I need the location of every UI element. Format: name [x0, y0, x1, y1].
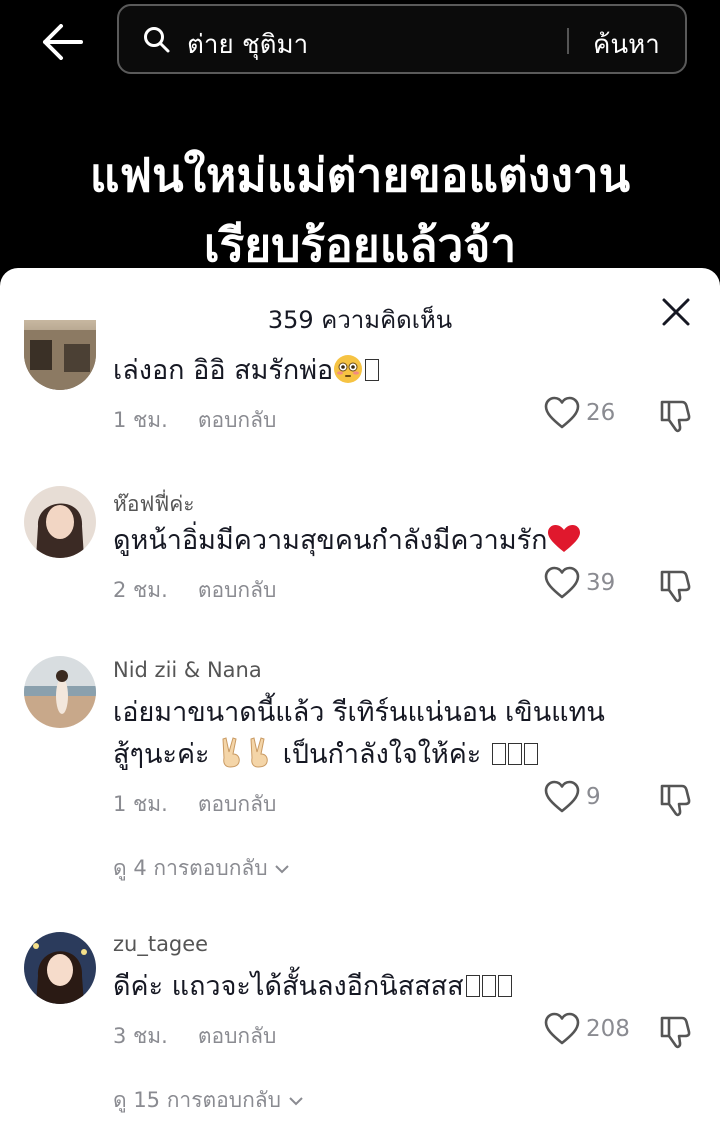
comment-text-line-1: เอ่ยมาขนาดนี้แล้ว รีเทิร์นแน่นอน เขินแทน	[113, 697, 605, 728]
view-replies-button[interactable]: ดู 4 การตอบกลับ	[113, 852, 290, 885]
comment-username[interactable]: zu_tagee	[113, 932, 208, 956]
view-replies-label: ดู 4 การตอบกลับ	[113, 856, 268, 880]
search-box[interactable]: ต่าย ชุติมา ค้นหา	[117, 4, 687, 74]
missing-glyph-icon	[497, 975, 512, 997]
back-arrow-icon[interactable]	[38, 20, 86, 64]
avatar[interactable]	[24, 656, 96, 728]
avatar[interactable]	[24, 320, 96, 390]
chevron-down-icon	[275, 865, 290, 874]
comment-username[interactable]: Nid zii & Nana	[113, 658, 262, 682]
comment-text-part: เป็นกำลังใจให้ค่ะ	[282, 739, 482, 770]
like-count: 39	[586, 570, 616, 596]
comments-sheet: 359 ความคิดเห็น เล่งอก อิอิ สมรักพ่อ 1 ช…	[0, 268, 720, 1135]
missing-glyph-icon	[523, 743, 538, 765]
thumbs-down-icon	[660, 784, 691, 817]
like-button[interactable]: 39	[544, 566, 644, 606]
like-count: 208	[586, 1016, 630, 1042]
dislike-button[interactable]	[658, 1014, 698, 1054]
thumbs-down-icon	[660, 1016, 691, 1049]
comment-text: ดูหน้าอิ่มมีความสุขคนกำลังมีความรัก	[113, 520, 703, 567]
heart-icon	[544, 1012, 580, 1045]
comment-username[interactable]: ห๊อฟฟี่ค่ะ	[113, 488, 195, 521]
reply-button[interactable]: ตอบกลับ	[198, 1024, 277, 1048]
close-icon[interactable]	[656, 292, 696, 332]
comment-text-part: สู้ๆนะค่ะ	[113, 739, 210, 770]
like-button[interactable]: 208	[544, 1012, 644, 1052]
comment-meta: 2 ชม. ตอบกลับ	[113, 574, 276, 607]
avatar[interactable]	[24, 486, 96, 558]
comment-time: 1 ชม.	[113, 792, 168, 816]
top-bar: ต่าย ชุติมา ค้นหา	[0, 0, 720, 90]
comments-count-title: 359 ความคิดเห็น	[267, 306, 453, 334]
dislike-button[interactable]	[658, 782, 698, 822]
heart-icon	[544, 396, 580, 429]
comment-text-content: เล่งอก อิอิ สมรักพ่อ	[113, 355, 334, 386]
search-query[interactable]: ต่าย ชุติมา	[187, 24, 308, 65]
comment-meta: 1 ชม. ตอบกลับ	[113, 404, 276, 437]
thumbs-down-icon	[660, 400, 691, 433]
missing-glyph-icon	[507, 743, 522, 765]
like-count: 26	[586, 400, 616, 426]
comment-text: เล่งอก อิอิ สมรักพ่อ	[113, 350, 703, 397]
video-caption-line-1: แฟนใหม่แม่ต่ายขอแต่งงาน	[89, 148, 631, 202]
heart-icon	[544, 780, 580, 813]
view-replies-label: ดู 15 การตอบกลับ	[113, 1088, 281, 1112]
missing-glyph-icon	[481, 975, 496, 997]
victory-hand-emoji-icon	[246, 736, 274, 781]
reply-button[interactable]: ตอบกลับ	[198, 792, 277, 816]
comment-time: 3 ชม.	[113, 1024, 168, 1048]
missing-glyph-icon	[365, 359, 380, 381]
flushed-face-emoji-icon	[333, 354, 363, 397]
comment-text-content: ดีค่ะ แถวจะได้สั้นลงอีกนิสสสส	[113, 971, 464, 1002]
red-heart-emoji-icon	[547, 524, 581, 567]
like-count: 9	[586, 784, 601, 810]
reply-button[interactable]: ตอบกลับ	[198, 578, 277, 602]
video-caption: แฟนใหม่แม่ต่ายขอแต่งงาน เรียบร้อยแล้วจ้า	[0, 140, 720, 280]
dislike-button[interactable]	[658, 398, 698, 438]
heart-icon	[544, 566, 580, 599]
comment-meta: 3 ชม. ตอบกลับ	[113, 1020, 276, 1053]
like-button[interactable]: 9	[544, 780, 644, 820]
victory-hand-emoji-icon	[218, 736, 246, 781]
dislike-button[interactable]	[658, 568, 698, 608]
reply-button[interactable]: ตอบกลับ	[198, 408, 277, 432]
thumbs-down-icon	[660, 570, 691, 603]
view-replies-button[interactable]: ดู 15 การตอบกลับ	[113, 1084, 304, 1117]
search-divider	[567, 28, 569, 54]
missing-glyph-icon	[491, 743, 506, 765]
comment-time: 2 ชม.	[113, 578, 168, 602]
comment-text-line-2: สู้ๆนะค่ะ เป็นกำลังใจให้ค่ะ	[113, 734, 703, 781]
chevron-down-icon	[288, 1097, 303, 1106]
search-button[interactable]: ค้นหา	[593, 24, 660, 65]
avatar[interactable]	[24, 932, 96, 1004]
comment-text: ดีค่ะ แถวจะได้สั้นลงอีกนิสสสส	[113, 966, 703, 1008]
missing-glyph-icon	[465, 975, 480, 997]
like-button[interactable]: 26	[544, 396, 644, 436]
comment-text-content: ดูหน้าอิ่มมีความสุขคนกำลังมีความรัก	[113, 525, 548, 556]
comment-meta: 1 ชม. ตอบกลับ	[113, 788, 276, 821]
comment-time: 1 ชม.	[113, 408, 168, 432]
search-icon	[143, 26, 171, 54]
